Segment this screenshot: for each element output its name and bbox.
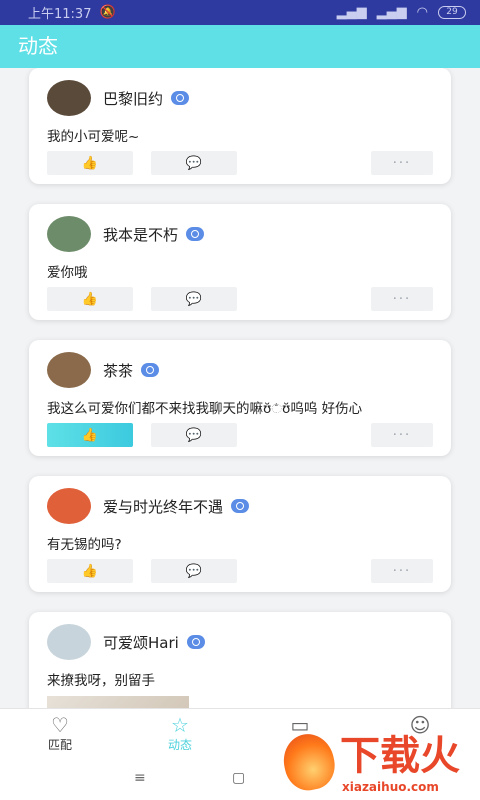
avatar[interactable] [47, 624, 91, 660]
post-card: 我本是不朽 爱你哦 👍 💬 ··· [29, 204, 451, 320]
comment-icon: 💬 [185, 563, 203, 579]
post-text: 我的小可爱呢~ [47, 129, 140, 145]
page-title: 动态 [0, 25, 480, 68]
author-name: 可爱颂Hari [103, 633, 179, 652]
post-text: 有无锡的吗? [47, 537, 122, 553]
post-author[interactable]: 巴黎旧约 [47, 78, 190, 118]
post-author[interactable]: 爱与时光终年不遇 [47, 486, 250, 526]
author-name: 巴黎旧约 [103, 89, 164, 108]
vip-badge-icon [186, 227, 205, 241]
avatar[interactable] [47, 80, 91, 116]
more-button[interactable]: ··· [371, 287, 433, 311]
author-name: 我本是不朽 [103, 225, 179, 244]
heart-icon: ♡ [51, 713, 69, 737]
vip-badge-icon [171, 91, 190, 105]
post-image[interactable] [47, 696, 189, 708]
status-time: 上午11:37 [28, 7, 92, 22]
avatar[interactable] [47, 352, 91, 388]
post-author[interactable]: 可爱颂Hari [47, 622, 205, 662]
comment-icon: 💬 [185, 427, 203, 443]
comment-button[interactable]: 💬 [151, 559, 237, 583]
post-actions: 👍 💬 ··· [47, 151, 433, 175]
post-author[interactable]: 茶茶 [47, 350, 160, 390]
comment-button[interactable]: 💬 [151, 287, 237, 311]
comment-button[interactable]: 💬 [151, 151, 237, 175]
thumbs-up-icon: 👍 [81, 155, 99, 171]
more-icon: ··· [392, 427, 412, 443]
like-button[interactable]: 👍 [47, 151, 133, 175]
nav-feed-label: 动态 [167, 738, 192, 752]
like-button[interactable]: 👍 [47, 559, 133, 583]
more-button[interactable]: ··· [371, 559, 433, 583]
like-button[interactable]: 👍 [47, 423, 133, 447]
more-button[interactable]: ··· [371, 423, 433, 447]
watermark-url: xiazaihuo.com [342, 780, 439, 794]
signal-icon: ▂▄▆ [336, 5, 367, 20]
post-author[interactable]: 我本是不朽 [47, 214, 205, 254]
status-bar: 上午11:37 🔕 ▂▄▆ ▂▄▆ ◠ 29 [0, 0, 480, 25]
nav-match-label: 匹配 [47, 738, 72, 752]
comment-icon: 💬 [185, 291, 203, 307]
post-actions: 👍 💬 ··· [47, 287, 433, 311]
nav-feed[interactable]: ☆ 动态 [150, 713, 210, 757]
vip-badge-icon [186, 635, 205, 649]
vip-badge-icon [231, 499, 250, 513]
mute-icon: 🔕 [99, 5, 116, 20]
post-card: 茶茶 我这么可爱你们都不来找我聊天的嘛ʊ̆ಁʊ̆呜呜 好伤心 👍 💬 ··· [29, 340, 451, 456]
post-actions: 👍 💬 ··· [47, 423, 433, 447]
watermark-logo: 下载火 xiazaihuo.com [278, 729, 480, 800]
more-icon: ··· [392, 291, 412, 307]
thumbs-up-icon: 👍 [81, 563, 99, 579]
wifi-icon: ◠ [416, 5, 428, 20]
watermark-title: 下载火 [340, 732, 460, 779]
post-text: 爱你哦 [47, 265, 88, 281]
signal2-icon: ▂▄▆ [376, 5, 407, 20]
author-name: 爱与时光终年不遇 [103, 497, 224, 516]
post-card: 巴黎旧约 我的小可爱呢~ 👍 💬 ··· [29, 68, 451, 184]
comment-button[interactable]: 💬 [151, 423, 237, 447]
post-text: 来撩我呀，别留手 [47, 673, 155, 689]
battery-icon: 29 [438, 6, 466, 19]
author-name: 茶茶 [103, 361, 134, 380]
flame-icon [278, 729, 340, 795]
thumbs-up-icon: 👍 [81, 427, 99, 443]
more-icon: ··· [392, 563, 412, 579]
comment-icon: 💬 [185, 155, 203, 171]
star-icon: ☆ [171, 713, 189, 737]
post-actions: 👍 💬 ··· [47, 559, 433, 583]
like-button[interactable]: 👍 [47, 287, 133, 311]
post-text: 我这么可爱你们都不来找我聊天的嘛ʊ̆ಁʊ̆呜呜 好伤心 [47, 401, 363, 417]
post-card: 可爱颂Hari 来撩我呀，别留手 [29, 612, 451, 708]
post-card: 爱与时光终年不遇 有无锡的吗? 👍 💬 ··· [29, 476, 451, 592]
more-icon: ··· [392, 155, 412, 171]
nav-match[interactable]: ♡ 匹配 [30, 713, 90, 757]
home-icon[interactable]: ▢ [232, 770, 245, 786]
more-button[interactable]: ··· [371, 151, 433, 175]
vip-badge-icon [141, 363, 160, 377]
avatar[interactable] [47, 488, 91, 524]
post-feed[interactable]: 巴黎旧约 我的小可爱呢~ 👍 💬 ··· 我本是不朽 爱你哦 👍 💬 ··· 茶… [0, 68, 480, 708]
avatar[interactable] [47, 216, 91, 252]
menu-icon[interactable]: ≡ [134, 770, 146, 786]
thumbs-up-icon: 👍 [81, 291, 99, 307]
